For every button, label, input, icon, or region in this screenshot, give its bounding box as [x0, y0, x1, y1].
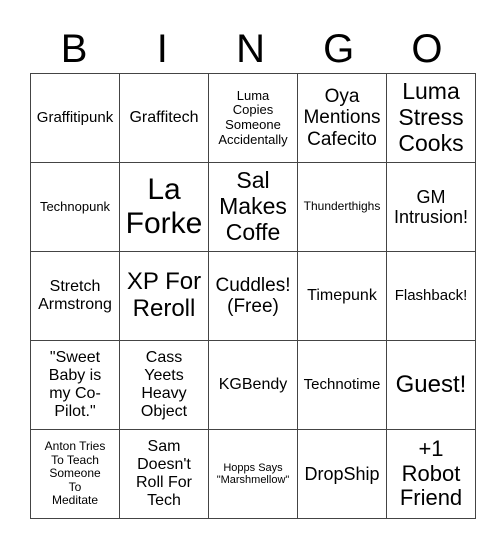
bingo-cell[interactable]: Oya Mentions Cafecito — [297, 73, 387, 163]
bingo-cell[interactable]: Hopps Says "Marshmellow" — [208, 429, 298, 519]
bingo-cell[interactable]: Graffitipunk — [30, 73, 120, 163]
grid-row: Technopunk La Forke Sal Makes Coffe Thunder… — [30, 162, 476, 252]
bingo-cell[interactable]: Cuddles! (Free) — [208, 251, 298, 341]
bingo-cell[interactable]: Anton Tries To Teach Someone To Meditate — [30, 429, 120, 519]
bingo-cell[interactable]: GM Intrusion! — [386, 162, 476, 252]
bingo-cell[interactable]: +1 Robot Friend — [386, 429, 476, 519]
bingo-header: B I N G O — [30, 26, 471, 72]
header-letter-g: G — [323, 27, 355, 71]
bingo-cell[interactable]: Luma Stress Cooks — [386, 73, 476, 163]
grid-row: Graffitipunk Graffitech Luma Copies Someon… — [30, 73, 476, 163]
bingo-cell[interactable]: Sam Doesn't Roll For Tech — [119, 429, 209, 519]
grid-row: Stretch Armstrong XP For Reroll Cuddles! (… — [30, 251, 476, 341]
grid-row: "Sweet Baby is my Co- Pilot." Cass Yeets … — [30, 340, 476, 430]
header-letter-n: N — [236, 27, 265, 71]
bingo-cell[interactable]: Thunderthighs — [297, 162, 387, 252]
bingo-cell[interactable]: La Forke — [119, 162, 209, 252]
header-letter-o: O — [411, 27, 443, 71]
bingo-grid: Graffitipunk Graffitech Luma Copies Someon… — [30, 73, 476, 519]
bingo-cell[interactable]: Sal Makes Coffe — [208, 162, 298, 252]
bingo-cell[interactable]: Luma Copies Someone Accidentally — [208, 73, 298, 163]
bingo-cell[interactable]: Flashback! — [386, 251, 476, 341]
bingo-cell[interactable]: Cass Yeets Heavy Object — [119, 340, 209, 430]
bingo-cell[interactable]: Graffitech — [119, 73, 209, 163]
grid-row: Anton Tries To Teach Someone To Meditate… — [30, 429, 476, 519]
bingo-cell[interactable]: Guest! — [386, 340, 476, 430]
bingo-cell[interactable]: DropShip — [297, 429, 387, 519]
bingo-cell[interactable]: Technotime — [297, 340, 387, 430]
bingo-cell[interactable]: XP For Reroll — [119, 251, 209, 341]
header-letter-i: I — [156, 27, 168, 71]
bingo-cell[interactable]: Technopunk — [30, 162, 120, 252]
bingo-cell[interactable]: Timepunk — [297, 251, 387, 341]
bingo-cell[interactable]: KGBendy — [208, 340, 298, 430]
header-letter-b: B — [60, 27, 88, 71]
bingo-cell[interactable]: "Sweet Baby is my Co- Pilot." — [30, 340, 120, 430]
bingo-cell[interactable]: Stretch Armstrong — [30, 251, 120, 341]
